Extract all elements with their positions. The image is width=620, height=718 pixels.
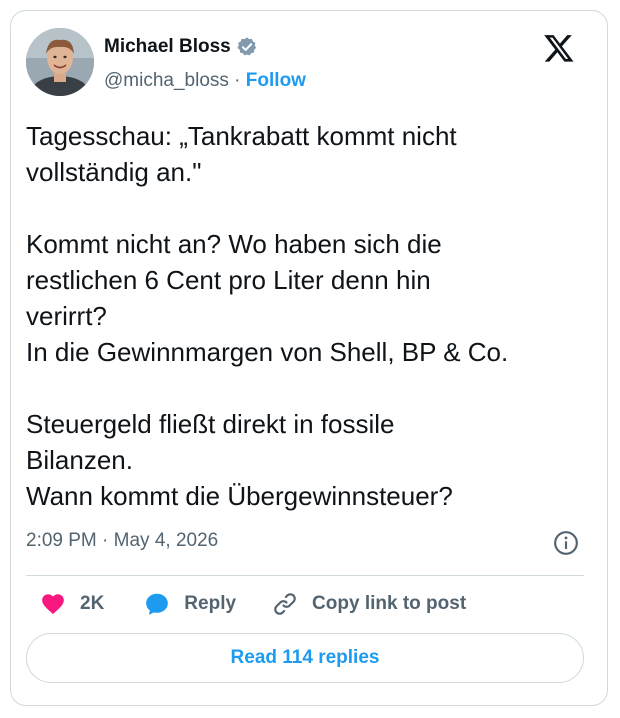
follow-button[interactable]: Follow bbox=[246, 70, 306, 91]
action-bar: 2K Reply Copy link to post bbox=[40, 590, 466, 618]
like-button[interactable]: 2K bbox=[40, 591, 104, 617]
heart-icon bbox=[42, 594, 64, 615]
author-handle[interactable]: @micha_bloss bbox=[104, 70, 229, 91]
verified-badge-icon bbox=[237, 37, 256, 56]
author-name[interactable]: Michael Bloss bbox=[104, 36, 231, 58]
x-logo-icon[interactable] bbox=[543, 32, 575, 64]
avatar[interactable] bbox=[26, 28, 94, 96]
tweet-timestamp[interactable]: 2:09 PM · May 4, 2026 bbox=[26, 530, 218, 552]
read-replies-button[interactable]: Read 114 replies bbox=[26, 633, 584, 683]
tweet-text: Tagesschau: „Tankrabatt kommt nicht voll… bbox=[26, 121, 509, 511]
reply-button[interactable]: Reply bbox=[144, 591, 236, 617]
handle-separator: · bbox=[228, 70, 246, 91]
link-icon bbox=[274, 593, 296, 615]
divider bbox=[26, 575, 584, 576]
copy-link-label: Copy link to post bbox=[312, 593, 467, 614]
reply-bubble-icon bbox=[146, 593, 169, 615]
read-replies-label: Read 114 replies bbox=[230, 647, 380, 668]
reply-label: Reply bbox=[184, 593, 237, 614]
copy-link-button[interactable]: Copy link to post bbox=[272, 591, 466, 617]
avatar-photo bbox=[26, 28, 94, 96]
handle-row: @micha_bloss · Follow bbox=[104, 70, 306, 92]
info-icon[interactable] bbox=[553, 530, 579, 556]
like-count: 2K bbox=[80, 593, 105, 614]
author-name-row: Michael Bloss bbox=[104, 36, 258, 58]
